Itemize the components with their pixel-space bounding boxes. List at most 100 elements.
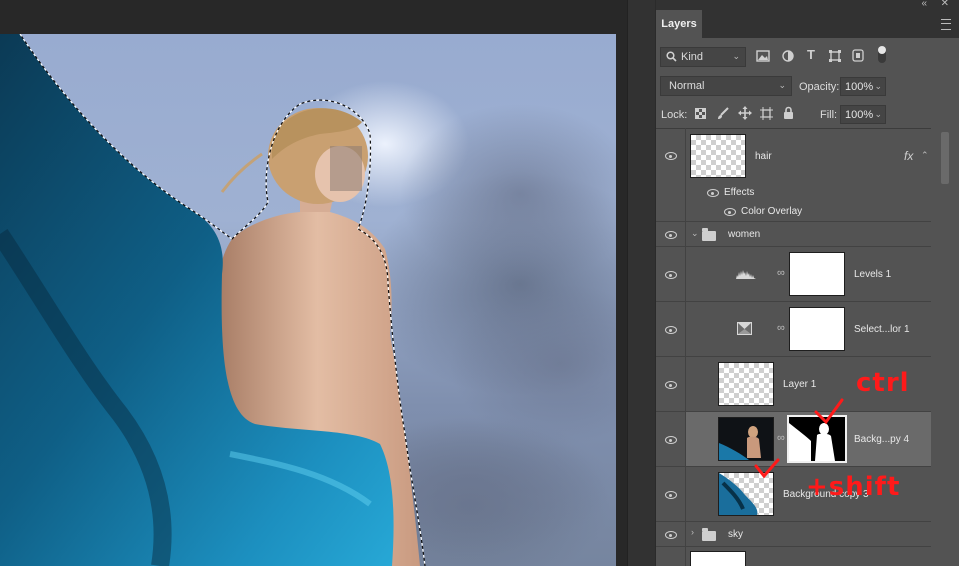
opacity-label: Opacity:	[799, 81, 840, 93]
checkmark-annotation-mask	[814, 398, 844, 425]
visibility-toggle[interactable]	[656, 128, 686, 184]
chevron-down-icon: ⌄	[874, 109, 882, 119]
filter-kind-dropdown[interactable]: Kind ⌄	[660, 47, 746, 67]
smart-object-filter-icon[interactable]	[852, 49, 864, 62]
search-icon	[666, 51, 677, 62]
lock-row: Lock: Fill: 100% ⌄	[656, 100, 959, 129]
tab-layers[interactable]: Layers	[656, 10, 702, 38]
group-expanded-icon[interactable]: ⌄	[691, 228, 699, 239]
document-canvas[interactable]	[0, 34, 616, 566]
effects-row[interactable]: Effects	[656, 184, 931, 202]
eye-icon[interactable]	[665, 436, 677, 444]
eye-icon[interactable]	[665, 271, 677, 279]
blend-mode-dropdown[interactable]: Normal ⌄	[660, 76, 792, 96]
filter-kind-value: Kind	[681, 51, 704, 63]
scrollbar-thumb[interactable]	[941, 132, 949, 184]
opacity-value: 100%	[845, 80, 874, 93]
fill-label: Fill:	[820, 109, 838, 121]
fill-value: 100%	[845, 108, 874, 121]
panel-top-bar: « ✕	[656, 0, 959, 10]
lock-transparent-icon[interactable]	[695, 108, 706, 119]
blend-mode-value: Normal	[669, 80, 705, 92]
visibility-toggle[interactable]	[656, 302, 686, 356]
layer-row-background-copy-3[interactable]: Background copy 3	[656, 467, 931, 522]
panel-gutter	[627, 0, 656, 566]
chevron-down-icon: ⌄	[778, 80, 786, 90]
checkmark-annotation-thumb	[754, 458, 780, 479]
collapse-panels-icon[interactable]: «	[921, 0, 927, 9]
layer-row-background-copy-4[interactable]: ∞ Backg...py 4	[656, 412, 931, 467]
visibility-toggle[interactable]	[656, 222, 686, 246]
layer-name: women	[728, 229, 761, 240]
image-filter-icon[interactable]	[756, 50, 770, 62]
visibility-toggle[interactable]	[656, 247, 686, 301]
lock-artboard-icon[interactable]	[760, 107, 773, 120]
layer-row-selective-color[interactable]: ∞ Select...lor 1	[656, 302, 931, 357]
link-icon[interactable]: ∞	[777, 267, 785, 279]
layer-name: Levels 1	[854, 269, 892, 280]
visibility-toggle[interactable]	[656, 184, 686, 202]
shape-filter-icon[interactable]	[829, 50, 841, 62]
layer-thumbnail	[718, 362, 774, 406]
fx-icon[interactable]: fx	[904, 149, 913, 163]
eye-icon[interactable]	[665, 231, 677, 239]
layer-name: sky	[728, 529, 743, 540]
effects-label: Effects	[724, 187, 755, 198]
eye-icon[interactable]	[724, 208, 736, 216]
link-icon[interactable]: ∞	[777, 432, 785, 444]
selective-color-icon	[737, 322, 752, 335]
canvas-area[interactable]	[0, 0, 627, 566]
eye-icon[interactable]	[707, 189, 719, 197]
expand-effects-icon[interactable]: ⌃	[921, 150, 929, 161]
layer-thumbnail	[690, 551, 746, 566]
chevron-down-icon: ⌄	[732, 51, 740, 61]
visibility-toggle[interactable]	[656, 357, 686, 411]
visibility-toggle[interactable]	[656, 202, 686, 221]
lock-move-icon[interactable]	[738, 106, 752, 120]
visibility-toggle[interactable]	[656, 412, 686, 466]
visibility-toggle[interactable]	[656, 467, 686, 521]
visibility-toggle[interactable]	[656, 547, 686, 566]
layer-name: Background copy 3	[783, 489, 869, 500]
fill-field[interactable]: 100% ⌄	[840, 105, 886, 124]
layer-row-hair[interactable]: hair fx ⌃	[656, 128, 931, 184]
layer-list: hair fx ⌃ Effects Color Overlay ⌄ women …	[656, 128, 931, 566]
eye-icon[interactable]	[665, 491, 677, 499]
link-icon[interactable]: ∞	[777, 322, 785, 334]
panel-menu-icon[interactable]	[941, 19, 951, 30]
panel-tab-bar: Layers	[656, 10, 959, 38]
group-collapsed-icon[interactable]: ›	[691, 527, 694, 537]
visibility-toggle[interactable]	[656, 522, 686, 546]
lock-brush-icon[interactable]	[717, 107, 729, 120]
folder-icon	[702, 228, 716, 241]
layer-name: Select...lor 1	[854, 324, 910, 335]
adjustment-filter-icon[interactable]	[782, 50, 794, 62]
mask-thumbnail[interactable]	[789, 307, 845, 351]
layer-list-scrollbar[interactable]	[931, 128, 959, 566]
layers-panel: « ✕ Layers Kind ⌄ T Normal ⌄ Opacity: 10…	[655, 0, 959, 566]
color-overlay-row[interactable]: Color Overlay	[656, 202, 931, 222]
layer-name: Backg...py 4	[854, 434, 910, 445]
filter-toggle-switch[interactable]	[878, 46, 886, 63]
opacity-field[interactable]: 100% ⌄	[840, 77, 886, 96]
type-filter-icon[interactable]: T	[807, 47, 815, 62]
lock-all-icon[interactable]	[783, 106, 794, 120]
layer-row-levels[interactable]: ∞ Levels 1	[656, 247, 931, 302]
layer-name: Layer 1	[783, 379, 817, 390]
folder-icon	[702, 528, 716, 541]
layer-thumbnail	[690, 134, 746, 178]
close-panel-icon[interactable]: ✕	[941, 0, 949, 9]
layer-row-women-group[interactable]: ⌄ women	[656, 222, 931, 247]
layer-row-partial[interactable]	[656, 547, 931, 566]
layer-row-layer1[interactable]: Layer 1	[656, 357, 931, 412]
layer-name: hair	[755, 151, 772, 162]
eye-icon[interactable]	[665, 326, 677, 334]
eye-icon[interactable]	[665, 531, 677, 539]
levels-icon	[736, 270, 756, 279]
eye-icon[interactable]	[665, 152, 677, 160]
filter-row: Kind ⌄ T	[656, 38, 959, 72]
mask-thumbnail[interactable]	[789, 252, 845, 296]
chevron-down-icon: ⌄	[874, 81, 882, 91]
layer-row-sky-group[interactable]: › sky	[656, 522, 931, 547]
eye-icon[interactable]	[665, 381, 677, 389]
